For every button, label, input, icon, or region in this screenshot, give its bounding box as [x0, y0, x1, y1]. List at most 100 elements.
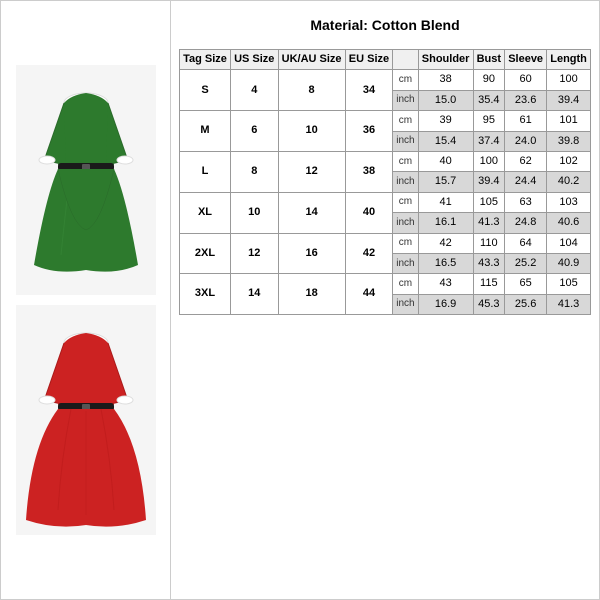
- eu-size-cell: 44: [345, 274, 393, 315]
- tag-size-cell: S: [180, 70, 231, 111]
- shoulder-cm: 41: [418, 192, 473, 212]
- shoulder-cm: 43: [418, 274, 473, 294]
- col-header-us: US Size: [231, 50, 279, 70]
- ukau-size-cell: 12: [278, 151, 345, 192]
- table-row: 3XL141844cm4311565105: [180, 274, 591, 294]
- ukau-size-cell: 16: [278, 233, 345, 274]
- us-size-cell: 8: [231, 151, 279, 192]
- unit-cm-cell: cm: [393, 70, 418, 90]
- col-header-shoulder: Shoulder: [418, 50, 473, 70]
- bust-inch: 41.3: [473, 213, 505, 233]
- length-inch: 41.3: [547, 294, 591, 314]
- col-header-tag: Tag Size: [180, 50, 231, 70]
- shoulder-inch: 16.1: [418, 213, 473, 233]
- length-inch: 40.2: [547, 172, 591, 192]
- length-inch: 40.6: [547, 213, 591, 233]
- sleeve-cm: 62: [505, 151, 547, 171]
- length-cm: 105: [547, 274, 591, 294]
- sleeve-inch: 24.0: [505, 131, 547, 151]
- length-cm: 100: [547, 70, 591, 90]
- tag-size-cell: XL: [180, 192, 231, 233]
- ukau-size-cell: 14: [278, 192, 345, 233]
- shoulder-cm: 42: [418, 233, 473, 253]
- table-row: XL101440cm4110563103: [180, 192, 591, 212]
- us-size-cell: 6: [231, 111, 279, 152]
- unit-inch-cell: inch: [393, 253, 418, 273]
- info-panel: Material: Cotton Blend Tag Size US Size …: [171, 1, 599, 599]
- unit-inch-cell: inch: [393, 294, 418, 314]
- bust-cm: 90: [473, 70, 505, 90]
- length-cm: 101: [547, 111, 591, 131]
- shoulder-inch: 15.0: [418, 90, 473, 110]
- col-header-length: Length: [547, 50, 591, 70]
- sleeve-cm: 64: [505, 233, 547, 253]
- eu-size-cell: 38: [345, 151, 393, 192]
- green-dress-image: [16, 65, 156, 295]
- bust-cm: 105: [473, 192, 505, 212]
- unit-cm-cell: cm: [393, 151, 418, 171]
- us-size-cell: 12: [231, 233, 279, 274]
- length-inch: 39.4: [547, 90, 591, 110]
- col-header-bust: Bust: [473, 50, 505, 70]
- us-size-cell: 4: [231, 70, 279, 111]
- length-cm: 102: [547, 151, 591, 171]
- sleeve-inch: 23.6: [505, 90, 547, 110]
- unit-inch-cell: inch: [393, 131, 418, 151]
- unit-cm-cell: cm: [393, 274, 418, 294]
- bust-inch: 35.4: [473, 90, 505, 110]
- bust-cm: 110: [473, 233, 505, 253]
- unit-inch-cell: inch: [393, 90, 418, 110]
- sleeve-cm: 65: [505, 274, 547, 294]
- sleeve-inch: 25.6: [505, 294, 547, 314]
- tag-size-cell: 3XL: [180, 274, 231, 315]
- sleeve-inch: 24.8: [505, 213, 547, 233]
- bust-cm: 95: [473, 111, 505, 131]
- shoulder-cm: 40: [418, 151, 473, 171]
- shoulder-inch: 15.7: [418, 172, 473, 192]
- sleeve-cm: 63: [505, 192, 547, 212]
- sleeve-inch: 24.4: [505, 172, 547, 192]
- tag-size-cell: L: [180, 151, 231, 192]
- table-row: 2XL121642cm4211064104: [180, 233, 591, 253]
- eu-size-cell: 42: [345, 233, 393, 274]
- unit-cm-cell: cm: [393, 192, 418, 212]
- shoulder-cm: 38: [418, 70, 473, 90]
- unit-cm-cell: cm: [393, 233, 418, 253]
- us-size-cell: 10: [231, 192, 279, 233]
- bust-inch: 45.3: [473, 294, 505, 314]
- red-dress-image: [16, 305, 156, 535]
- table-row: L81238cm4010062102: [180, 151, 591, 171]
- sleeve-cm: 61: [505, 111, 547, 131]
- eu-size-cell: 36: [345, 111, 393, 152]
- ukau-size-cell: 8: [278, 70, 345, 111]
- bust-cm: 100: [473, 151, 505, 171]
- table-row: S4834cm389060100: [180, 70, 591, 90]
- bust-cm: 115: [473, 274, 505, 294]
- images-panel: [1, 1, 171, 599]
- tag-size-cell: 2XL: [180, 233, 231, 274]
- shoulder-inch: 16.9: [418, 294, 473, 314]
- ukau-size-cell: 18: [278, 274, 345, 315]
- sleeve-inch: 25.2: [505, 253, 547, 273]
- length-cm: 103: [547, 192, 591, 212]
- us-size-cell: 14: [231, 274, 279, 315]
- tag-size-cell: M: [180, 111, 231, 152]
- bust-inch: 37.4: [473, 131, 505, 151]
- unit-cm-cell: cm: [393, 111, 418, 131]
- unit-inch-cell: inch: [393, 172, 418, 192]
- bust-inch: 39.4: [473, 172, 505, 192]
- main-container: Material: Cotton Blend Tag Size US Size …: [0, 0, 600, 600]
- length-inch: 40.9: [547, 253, 591, 273]
- shoulder-cm: 39: [418, 111, 473, 131]
- material-title: Material: Cotton Blend: [179, 11, 591, 39]
- col-header-eu: EU Size: [345, 50, 393, 70]
- shoulder-inch: 16.5: [418, 253, 473, 273]
- col-header-unit: [393, 50, 418, 70]
- sleeve-cm: 60: [505, 70, 547, 90]
- eu-size-cell: 34: [345, 70, 393, 111]
- table-row: M61036cm399561101: [180, 111, 591, 131]
- shoulder-inch: 15.4: [418, 131, 473, 151]
- col-header-sleeve: Sleeve: [505, 50, 547, 70]
- unit-inch-cell: inch: [393, 213, 418, 233]
- col-header-ukau: UK/AU Size: [278, 50, 345, 70]
